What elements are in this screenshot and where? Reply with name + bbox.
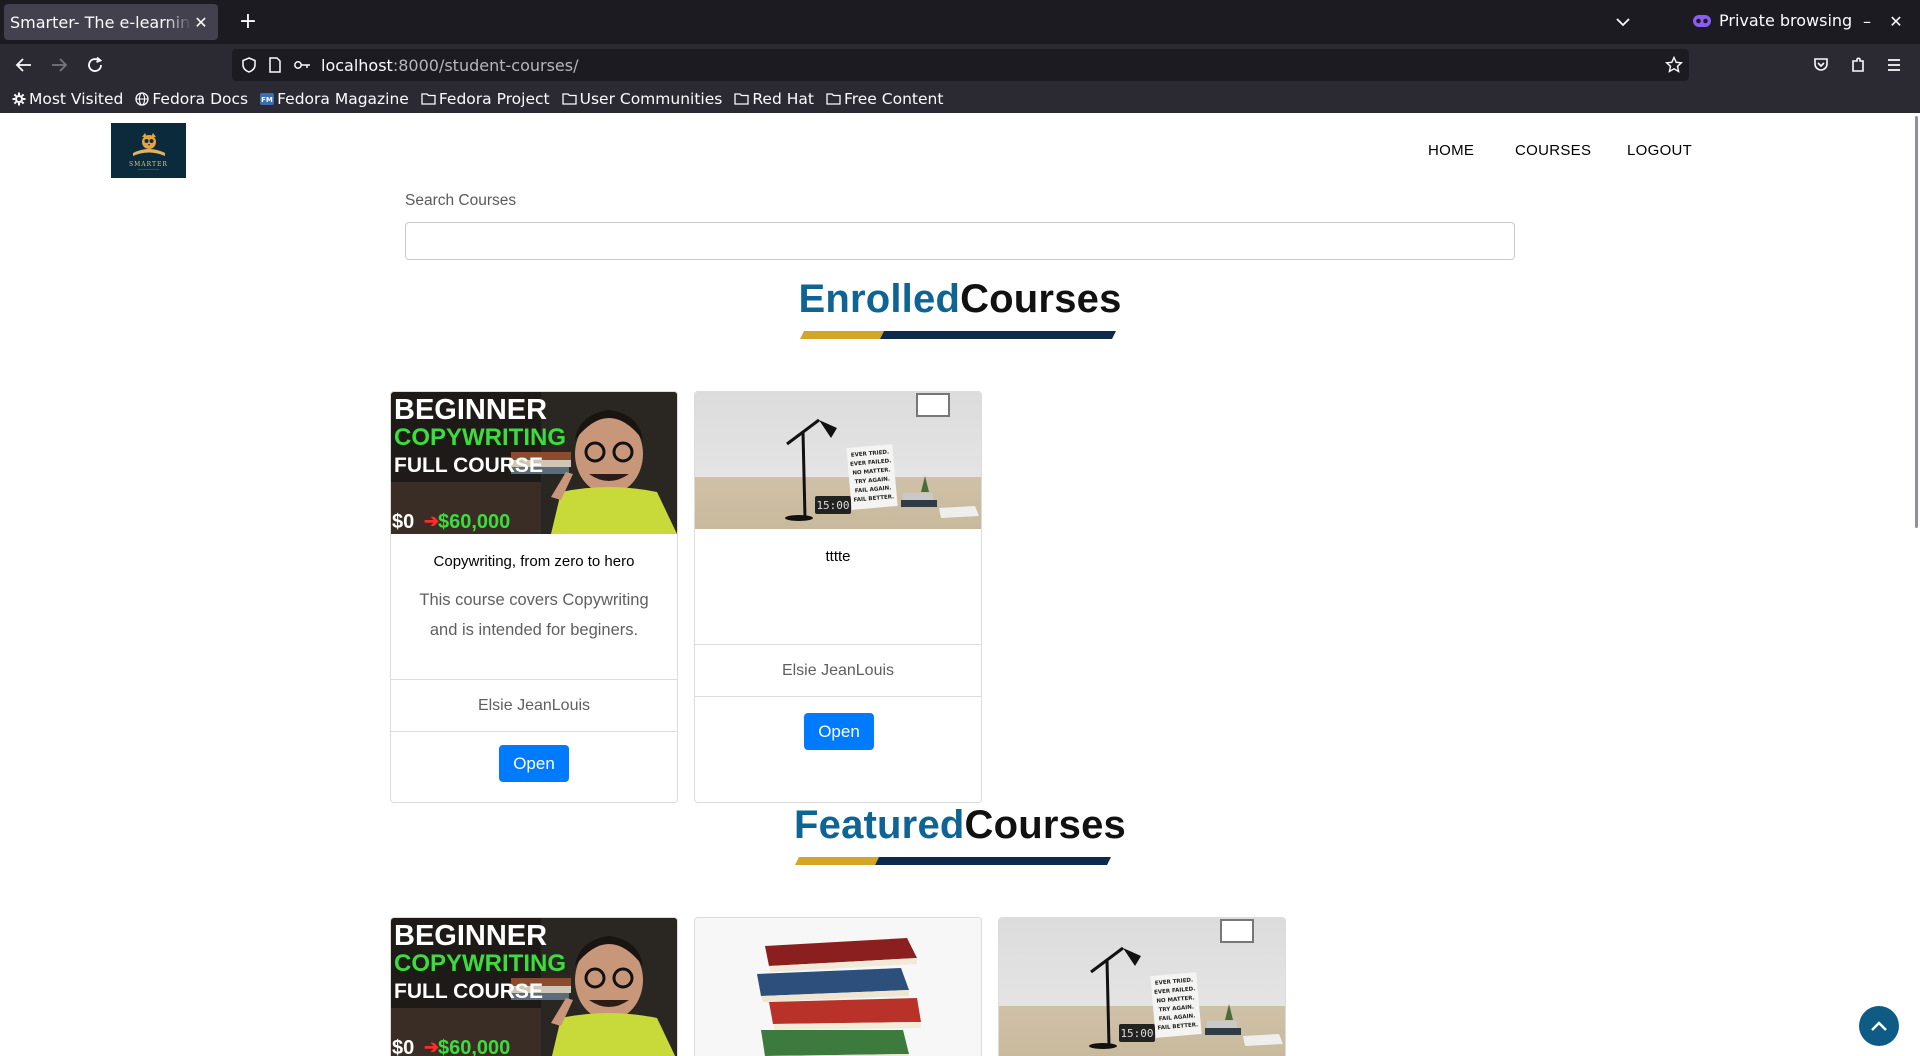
heading-rest-word: Courses [964, 803, 1126, 847]
scrollbar-thumb[interactable] [1915, 116, 1918, 528]
pocket-icon[interactable] [1808, 52, 1834, 78]
thumb-line-2: COPYWRITING [394, 950, 566, 977]
bookmark-fedora-docs[interactable]: Fedora Docs [135, 90, 248, 108]
enrolled-course-card: 15:00 EVER TRIED. EVER FAILED. NO MATTER. … [694, 391, 982, 803]
thumb-price-to: $60,000 [438, 511, 511, 533]
tab-bar: Smarter- The e-learning ✕ + Private brow… [0, 0, 1920, 44]
enrolled-courses-heading: EnrolledCourses [0, 277, 1904, 322]
search-label: Search Courses [405, 192, 517, 209]
bookmark-free-content[interactable]: Free Content [826, 90, 943, 108]
site-logo[interactable]: SMARTER ──────────── [111, 123, 186, 178]
nav-home-link[interactable]: HOME [1428, 142, 1474, 159]
bookmark-most-visited[interactable]: Most Visited [12, 90, 123, 108]
course-author: Elsie JeanLouis [391, 679, 677, 732]
private-browsing-label: Private browsing [1719, 11, 1853, 30]
owl-book-logo-icon [132, 133, 165, 156]
url-host: localhost [321, 55, 393, 75]
bookmark-user-communities[interactable]: User Communities [561, 89, 723, 108]
forward-icon[interactable] [46, 52, 72, 78]
featured-course-card [694, 917, 982, 1056]
tab-close-icon[interactable]: ✕ [192, 13, 210, 32]
tab-title: Smarter- The e-learning [10, 12, 192, 32]
bookmark-label: Fedora Docs [152, 89, 249, 108]
page-viewport: SMARTER ──────────── HOME COURSES LOGOUT… [0, 113, 1904, 1056]
course-author: Elsie JeanLouis [695, 644, 981, 697]
bookmarks-toolbar: Most Visited Fedora Docs FM Fedora Magaz… [0, 84, 1920, 113]
thumb-line-1: BEGINNER [394, 920, 548, 952]
featured-course-card: BEGINNER COPYWRITING FULL COURSE $0 ➔ $6… [390, 917, 678, 1056]
nav-logout-link[interactable]: LOGOUT [1627, 142, 1692, 159]
thumb-line-3: FULL COURSE [394, 980, 543, 1003]
open-course-button[interactable]: Open [804, 713, 874, 750]
back-to-top-button[interactable] [1859, 1006, 1899, 1046]
url-path: :8000/student-courses/ [392, 55, 579, 75]
enrolled-course-card: BEGINNER COPYWRITING FULL COURSE $0 ➔ $6… [390, 391, 678, 803]
bookmark-star-icon[interactable] [1665, 56, 1683, 74]
featured-course-card: 15:00 EVER TRIED. EVER FAILED. NO MATTER. … [998, 917, 1286, 1056]
fm-icon: FM [260, 92, 275, 105]
reload-icon[interactable] [82, 52, 108, 78]
course-title: Copywriting, from zero to hero [433, 553, 635, 570]
logo-text: SMARTER [129, 161, 168, 168]
featured-courses-heading: FeaturedCourses [0, 803, 1904, 848]
thumb-price-to: $60,000 [438, 1037, 511, 1056]
folder-icon [561, 93, 577, 105]
enrolled-heading-underline [800, 331, 1116, 339]
private-browsing-indicator: Private browsing [1693, 11, 1852, 30]
thumb-line-1: BEGINNER [394, 394, 548, 426]
course-description: This course covers Copywriting and is in… [419, 591, 649, 639]
books-thumbnail[interactable] [695, 918, 981, 1056]
open-course-button[interactable]: Open [499, 745, 569, 782]
thumb-price-from: $0 [392, 511, 415, 533]
bookmark-label: Fedora Magazine [277, 89, 409, 108]
arrow-icon: ➔ [424, 1037, 440, 1056]
minimize-button[interactable]: – [1855, 10, 1879, 34]
copywriting-thumbnail[interactable]: BEGINNER COPYWRITING FULL COURSE $0 ➔ $6… [391, 392, 677, 534]
menu-icon[interactable] [1881, 52, 1907, 78]
copywriting-thumbnail[interactable]: BEGINNER COPYWRITING FULL COURSE $0 ➔ $6… [391, 918, 677, 1056]
svg-text:FM: FM [261, 96, 273, 104]
chevron-up-icon [1871, 1021, 1887, 1031]
folder-icon [421, 93, 436, 105]
bookmark-red-hat[interactable]: Red Hat [734, 90, 814, 108]
list-all-tabs-icon[interactable] [1610, 10, 1636, 34]
active-tab[interactable]: Smarter- The e-learning ✕ [4, 4, 218, 40]
url-bar[interactable]: localhost:8000/student-courses/ [232, 49, 1689, 81]
logo-tagline-decoration: ──────────── [137, 168, 160, 172]
arrow-icon: ➔ [424, 511, 440, 531]
private-mask-icon [1693, 14, 1711, 27]
page-info-icon[interactable] [267, 56, 283, 74]
back-icon[interactable] [11, 52, 37, 78]
globe-icon [135, 91, 149, 106]
search-courses-input[interactable] [405, 222, 1515, 260]
heading-accent-word: Featured [794, 803, 965, 847]
bookmark-fedora-magazine[interactable]: FM Fedora Magazine [260, 90, 409, 108]
bookmark-label: Red Hat [752, 89, 814, 108]
close-window-button[interactable]: ✕ [1884, 10, 1908, 34]
bookmark-label: Free Content [843, 89, 944, 108]
clock-readout: 15:00 [1120, 1027, 1153, 1040]
nav-courses-link[interactable]: COURSES [1515, 142, 1591, 159]
folder-icon [826, 93, 841, 105]
desk-lamp-thumbnail[interactable]: 15:00 EVER TRIED. EVER FAILED. NO MATTER. … [695, 392, 981, 529]
heading-accent-word: Enrolled [798, 277, 961, 321]
bookmark-fedora-project[interactable]: Fedora Project [421, 90, 550, 108]
extensions-icon[interactable] [1845, 52, 1871, 78]
shield-icon[interactable] [240, 56, 258, 74]
new-tab-button[interactable]: + [234, 8, 262, 36]
bookmark-label: Fedora Project [438, 89, 550, 108]
thumb-line-3: FULL COURSE [394, 454, 543, 477]
heading-rest-word: Courses [960, 277, 1122, 321]
gear-icon [12, 92, 26, 105]
clock-readout: 15:00 [816, 499, 849, 512]
bookmark-label: Most Visited [29, 89, 124, 108]
thumb-line-2: COPYWRITING [394, 424, 566, 451]
folder-icon [734, 93, 749, 105]
thumb-price-from: $0 [392, 1037, 415, 1056]
key-icon[interactable] [293, 58, 311, 72]
desk-lamp-thumbnail[interactable]: 15:00 EVER TRIED. EVER FAILED. NO MATTER. … [999, 918, 1285, 1056]
bookmark-label: User Communities [579, 89, 723, 108]
featured-heading-underline [795, 857, 1111, 865]
course-title: tttte [825, 548, 851, 565]
